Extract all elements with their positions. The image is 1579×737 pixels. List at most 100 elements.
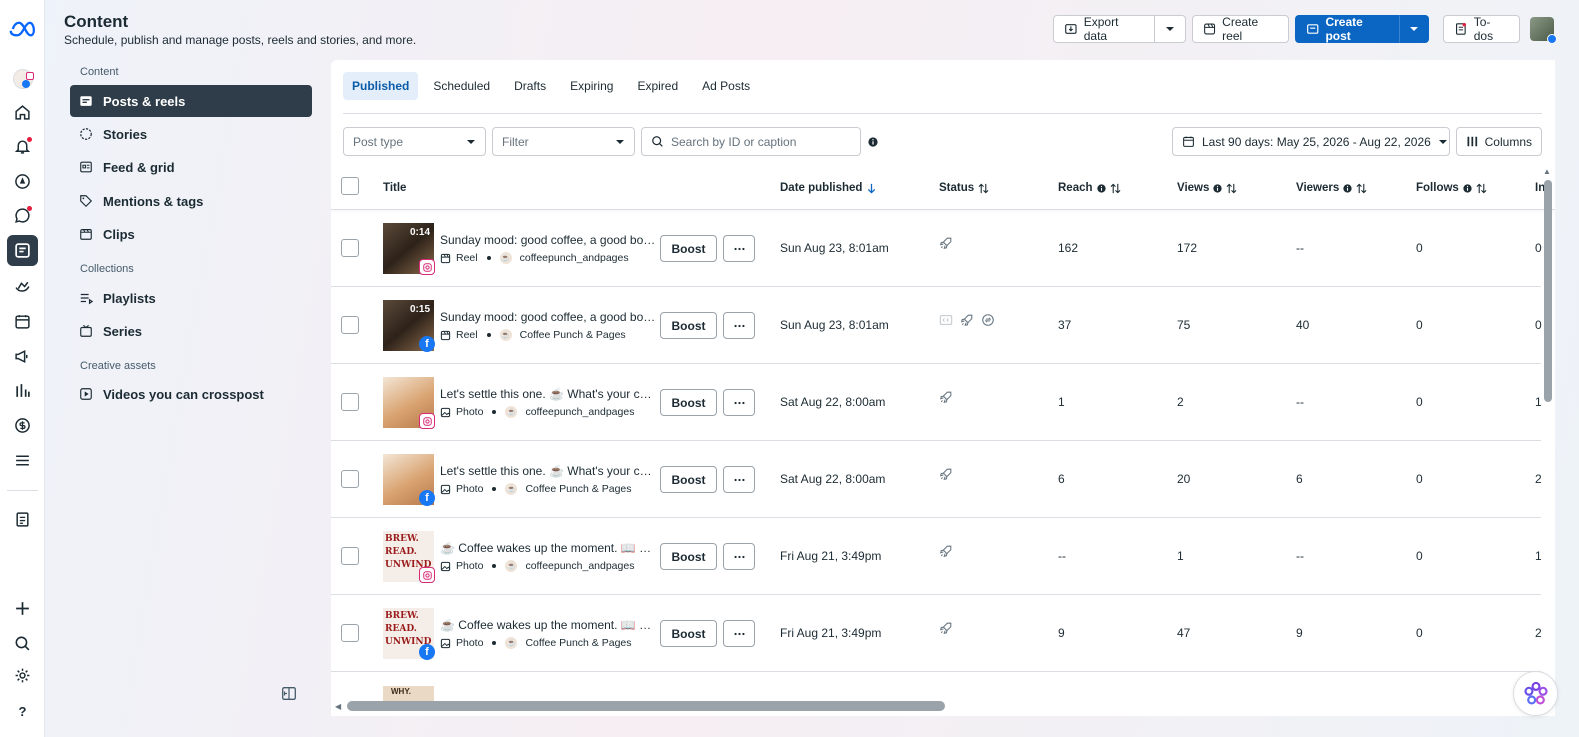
- views-value: 2: [1177, 395, 1184, 409]
- more-options-button[interactable]: [723, 543, 755, 570]
- profile-avatar[interactable]: [1530, 17, 1557, 44]
- boost-button[interactable]: Boost: [660, 543, 717, 570]
- row-checkbox[interactable]: [341, 239, 359, 257]
- compass-icon[interactable]: [7, 166, 38, 197]
- sidebar-item-posts-reels[interactable]: Posts & reels: [70, 85, 312, 117]
- info-icon[interactable]: [868, 137, 878, 147]
- account-avatar[interactable]: [7, 63, 38, 94]
- post-type-select[interactable]: Post type: [343, 127, 486, 156]
- column-date-published[interactable]: Date published: [780, 182, 877, 194]
- ads-icon[interactable]: [7, 341, 38, 372]
- help-icon[interactable]: ?: [7, 696, 38, 727]
- column-views[interactable]: Views: [1177, 182, 1237, 194]
- page-avatar: ☕: [499, 252, 512, 264]
- more-options-button[interactable]: [723, 312, 755, 339]
- meta-logo-icon[interactable]: [7, 13, 38, 44]
- create-post-button[interactable]: Create post: [1295, 15, 1400, 43]
- row-checkbox[interactable]: [341, 547, 359, 565]
- date-range-button[interactable]: Last 90 days: May 25, 2026 - Aug 22, 202…: [1172, 127, 1450, 156]
- notifications-icon[interactable]: [7, 131, 38, 162]
- search-box[interactable]: [641, 127, 861, 156]
- create-post-dropdown-button[interactable]: [1399, 15, 1429, 43]
- facebook-icon: f: [419, 644, 435, 660]
- boost-button[interactable]: Boost: [660, 235, 717, 262]
- tab-expired[interactable]: Expired: [628, 72, 687, 100]
- more-options-button[interactable]: [723, 389, 755, 416]
- tab-published[interactable]: Published: [343, 72, 419, 100]
- table-row[interactable]: BREW. READ. UNWIND ☕ Coffee wakes up the mo…: [331, 518, 1542, 595]
- home-icon[interactable]: [7, 97, 38, 128]
- post-thumbnail[interactable]: WHY.: [383, 686, 434, 702]
- export-dropdown-button[interactable]: [1154, 15, 1186, 43]
- create-reel-button[interactable]: Create reel: [1192, 15, 1289, 43]
- row-checkbox[interactable]: [341, 316, 359, 334]
- plus-icon[interactable]: [7, 593, 38, 624]
- select-all-checkbox[interactable]: [341, 177, 359, 195]
- post-caption[interactable]: Sunday mood: good coffee, a good book an…: [440, 310, 658, 324]
- inbox-icon[interactable]: [7, 200, 38, 231]
- column-reach[interactable]: Reach: [1058, 182, 1121, 194]
- search-icon[interactable]: [7, 628, 38, 659]
- insights-icon[interactable]: [7, 271, 38, 302]
- boost-button[interactable]: Boost: [660, 466, 717, 493]
- table-row[interactable]: BREW. READ. UNWIND f ☕ Coffee wakes up the m…: [331, 595, 1542, 672]
- search-input[interactable]: [671, 134, 841, 149]
- post-caption[interactable]: Let's settle this one. ☕ What's your cof…: [440, 464, 658, 478]
- vertical-scrollbar[interactable]: [1544, 180, 1552, 402]
- column-viewers[interactable]: Viewers: [1296, 182, 1367, 194]
- post-caption[interactable]: ☕ Coffee wakes up the moment. 📖 Books wa…: [440, 541, 658, 555]
- content-icon[interactable]: [7, 235, 38, 266]
- collapse-sidebar-icon[interactable]: [282, 687, 296, 700]
- scroll-up-arrow[interactable]: ▲: [1543, 167, 1551, 176]
- settings-gear-icon[interactable]: [7, 660, 38, 691]
- column-status[interactable]: Status: [939, 182, 989, 194]
- date-published: Fri Aug 21, 3:49pm: [780, 626, 882, 640]
- more-options-button[interactable]: [723, 466, 755, 493]
- row-checkbox[interactable]: [341, 470, 359, 488]
- more-options-button[interactable]: [723, 620, 755, 647]
- post-caption[interactable]: Sunday mood: good coffee, a good book an…: [440, 233, 658, 247]
- stories-icon: [80, 128, 92, 140]
- row-checkbox[interactable]: [341, 624, 359, 642]
- sidebar-item-feed-grid[interactable]: Feed & grid: [70, 151, 312, 183]
- tab-ad-posts[interactable]: Ad Posts: [693, 72, 759, 100]
- more-options-button[interactable]: [723, 235, 755, 262]
- export-data-button[interactable]: Export data: [1053, 15, 1155, 43]
- table-row[interactable]: 0:14 Sunday mood: good coffee, a good boo…: [331, 210, 1542, 287]
- todos-button[interactable]: To-dos: [1443, 15, 1520, 43]
- scroll-left-arrow[interactable]: ◀: [335, 702, 341, 711]
- table-row[interactable]: f Let's settle this one. ☕ What's your co…: [331, 441, 1542, 518]
- boost-button[interactable]: Boost: [660, 389, 717, 416]
- bar-chart-icon[interactable]: [7, 375, 38, 406]
- sidebar-item-mentions-tags[interactable]: Mentions & tags: [70, 185, 312, 217]
- ai-assistant-button[interactable]: [1513, 671, 1558, 716]
- menu-icon[interactable]: [7, 445, 38, 476]
- column-title[interactable]: Title: [383, 182, 406, 194]
- tab-expiring[interactable]: Expiring: [561, 72, 622, 100]
- row-checkbox[interactable]: [341, 393, 359, 411]
- horizontal-scrollbar[interactable]: [347, 701, 945, 711]
- columns-button[interactable]: Columns: [1456, 127, 1542, 156]
- tab-drafts[interactable]: Drafts: [505, 72, 555, 100]
- column-follows[interactable]: Follows: [1416, 182, 1487, 194]
- boost-button[interactable]: Boost: [660, 620, 717, 647]
- table-row[interactable]: Let's settle this one. ☕ What's your cof…: [331, 364, 1542, 441]
- table-row[interactable]: 0:15 f Sunday mood: good coffee, a good bo…: [331, 287, 1542, 364]
- sidebar-item-playlists[interactable]: Playlists: [70, 282, 312, 314]
- boost-button[interactable]: Boost: [660, 312, 717, 339]
- sidebar-item-videos-crosspost[interactable]: Videos you can crosspost: [70, 378, 312, 410]
- monetization-icon[interactable]: [7, 410, 38, 441]
- sidebar-item-stories[interactable]: Stories: [70, 118, 312, 150]
- follows-value: 0: [1416, 318, 1423, 332]
- sidebar-item-clips[interactable]: Clips: [70, 218, 312, 250]
- viewers-value: --: [1296, 241, 1304, 255]
- published-rocket-icon: [940, 237, 952, 249]
- ellipsis-icon: [733, 324, 745, 327]
- sidebar-item-series[interactable]: Series: [70, 315, 312, 347]
- filter-select[interactable]: Filter: [492, 127, 635, 156]
- post-caption[interactable]: ☕ Coffee wakes up the moment. 📖 Books wa…: [440, 618, 658, 632]
- post-caption[interactable]: Let's settle this one. ☕ What's your cof…: [440, 387, 658, 401]
- pages-icon[interactable]: [7, 504, 38, 535]
- calendar-icon[interactable]: [7, 306, 38, 337]
- tab-scheduled[interactable]: Scheduled: [424, 72, 499, 100]
